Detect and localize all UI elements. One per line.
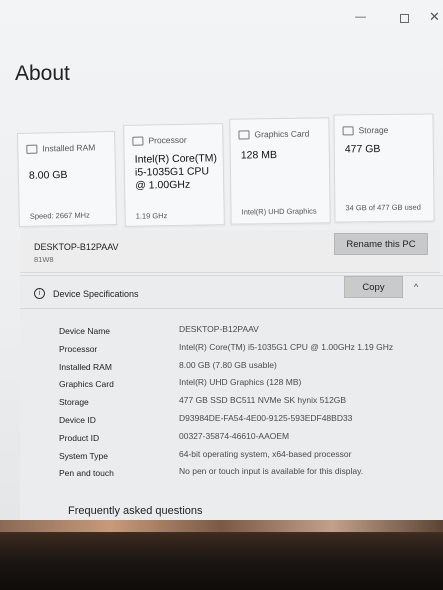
card-installed-ram: Installed RAM 8.00 GB Speed: 2667 MHz: [17, 130, 117, 228]
card-header: Installed RAM: [26, 142, 96, 154]
divider: [20, 308, 443, 309]
card-graphics: Graphics Card 128 MB Intel(R) UHD Graphi…: [229, 117, 331, 225]
card-value: 477 GB: [344, 143, 381, 156]
specs-header[interactable]: i Device Specifications: [34, 288, 139, 299]
card-title: Installed RAM: [42, 142, 96, 154]
maximize-button[interactable]: [400, 14, 409, 23]
chevron-up-icon[interactable]: ^: [414, 282, 418, 292]
card-value: 128 MB: [240, 149, 278, 162]
card-value: 8.00 GB: [28, 168, 68, 182]
spec-value: 477 GB SSD BC511 NVMe SK hynix 512GB: [179, 395, 347, 406]
pc-model: 81W8: [34, 255, 54, 264]
card-value: Intel(R) Core(TM) i5-1035G1 CPU @ 1.00GH…: [134, 152, 218, 192]
card-sub: Intel(R) UHD Graphics: [241, 206, 317, 217]
settings-window: — ✕ About Installed RAM 8.00 GB Speed: 2…: [0, 0, 443, 520]
card-processor: Processor Intel(R) Core(TM) i5-1035G1 CP…: [123, 123, 225, 227]
specs-title: Device Specifications: [53, 288, 139, 299]
card-sub: 34 GB of 477 GB used: [345, 202, 421, 213]
spec-label: Device Name: [59, 326, 111, 336]
spec-value: 8.00 GB (7.80 GB usable): [179, 359, 277, 370]
copy-button[interactable]: Copy: [344, 276, 403, 298]
card-header: Processor: [132, 134, 187, 146]
spec-label: Storage: [59, 397, 89, 408]
spec-label: Graphics Card: [59, 379, 114, 390]
rename-pc-button[interactable]: Rename this PC: [334, 233, 428, 255]
minimize-button[interactable]: —: [355, 12, 366, 23]
spec-value: D93984DE-FA54-4E00-9125-593EDF48BD33: [179, 412, 353, 423]
spec-label: Processor: [59, 343, 98, 354]
card-sub: Speed: 2667 MHz: [29, 210, 90, 221]
close-button[interactable]: ✕: [429, 10, 440, 23]
pc-name-row: DESKTOP-B12PAAV 81W8 Rename this PC: [20, 230, 440, 273]
faq-heading[interactable]: Frequently asked questions: [68, 505, 203, 517]
spec-label: Product ID: [59, 432, 100, 443]
pc-name: DESKTOP-B12PAAV: [34, 242, 119, 252]
card-header: Storage: [342, 124, 389, 136]
page-title: About: [15, 62, 70, 85]
card-title: Processor: [148, 134, 187, 146]
spec-value: Intel(R) UHD Graphics (128 MB): [179, 377, 302, 388]
screen-edge: [0, 520, 443, 532]
spec-value: No pen or touch input is available for t…: [179, 466, 364, 477]
spec-value: 00327-35874-46610-AAOEM: [179, 430, 290, 441]
card-title: Graphics Card: [254, 128, 310, 140]
card-sub: 1.19 GHz: [135, 211, 168, 221]
title-bar: — ✕: [303, 6, 443, 30]
card-storage: Storage 477 GB 34 GB of 477 GB used: [333, 113, 435, 223]
spec-label: Pen and touch: [59, 468, 114, 479]
spec-value: DESKTOP-B12PAAV: [179, 324, 259, 334]
info-icon: i: [34, 288, 45, 299]
device-specifications-panel: i Device Specifications Copy ^ Device Na…: [20, 275, 443, 520]
ram-icon: [26, 144, 38, 154]
summary-cards: Installed RAM 8.00 GB Speed: 2667 MHz Pr…: [17, 112, 438, 228]
spec-label: Device ID: [59, 414, 96, 425]
spec-label: Installed RAM: [59, 361, 112, 372]
card-title: Storage: [358, 124, 389, 136]
graphics-card-icon: [238, 129, 250, 140]
spec-value: Intel(R) Core(TM) i5-1035G1 CPU @ 1.00GH…: [179, 341, 394, 352]
spec-label: System Type: [59, 450, 108, 461]
card-header: Graphics Card: [238, 129, 309, 140]
processor-icon: [132, 136, 144, 146]
storage-icon: [342, 125, 354, 135]
spec-value: 64-bit operating system, x64-based proce…: [179, 448, 352, 459]
